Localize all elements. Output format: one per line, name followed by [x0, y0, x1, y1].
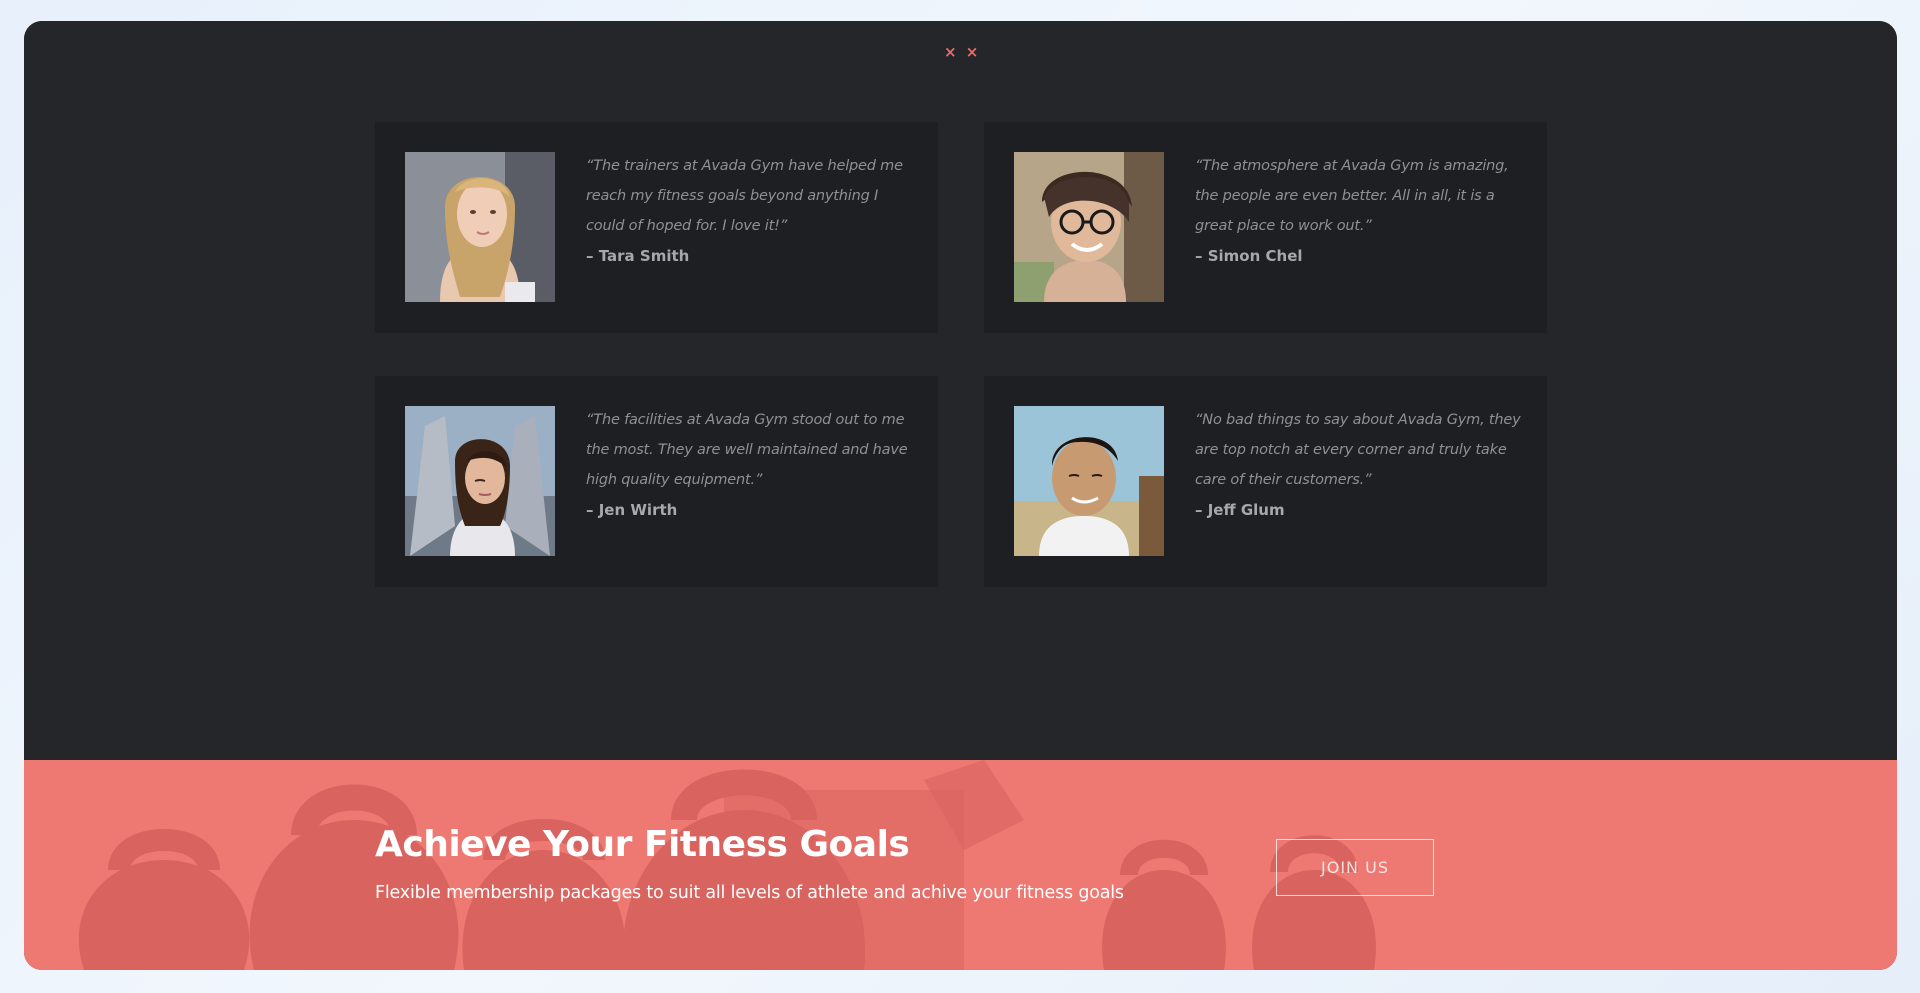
testimonial-text: “The facilities at Avada Gym stood out t…: [586, 405, 916, 525]
kettlebells-background-icon: [24, 760, 1897, 970]
testimonial-author: – Tara Smith: [586, 247, 690, 265]
testimonial-text: “The atmosphere at Avada Gym is amazing,…: [1195, 151, 1525, 271]
woman-stretching-portrait-icon: [405, 406, 555, 556]
testimonial-card: “No bad things to say about Avada Gym, t…: [984, 376, 1547, 587]
cta-subtitle: Flexible membership packages to suit all…: [375, 883, 1124, 903]
testimonial-quote: “The atmosphere at Avada Gym is amazing,…: [1195, 158, 1509, 234]
testimonial-author: – Simon Chel: [1195, 247, 1303, 265]
testimonial-author: – Jen Wirth: [586, 501, 678, 519]
testimonial-quote: “No bad things to say about Avada Gym, t…: [1195, 412, 1521, 488]
page-frame: × × “The trainers at Avada Gym have help…: [24, 21, 1897, 970]
man-glasses-portrait-icon: [1014, 152, 1164, 302]
testimonial-text: “The trainers at Avada Gym have helped m…: [586, 151, 916, 271]
testimonial-card: “The facilities at Avada Gym stood out t…: [375, 376, 938, 587]
testimonial-author: – Jeff Glum: [1195, 501, 1285, 519]
testimonial-text: “No bad things to say about Avada Gym, t…: [1195, 405, 1525, 525]
testimonial-card: “The trainers at Avada Gym have helped m…: [375, 122, 938, 333]
join-us-button[interactable]: JOIN US: [1276, 839, 1434, 896]
cta-title: Achieve Your Fitness Goals: [375, 824, 910, 865]
man-smiling-portrait-icon: [1014, 406, 1164, 556]
woman-blonde-portrait-icon: [405, 152, 555, 302]
testimonials-section: × × “The trainers at Avada Gym have help…: [24, 21, 1897, 760]
testimonial-quote: “The trainers at Avada Gym have helped m…: [586, 158, 903, 234]
testimonial-quote: “The facilities at Avada Gym stood out t…: [586, 412, 908, 488]
close-icon[interactable]: × ×: [944, 43, 980, 61]
cta-banner: Achieve Your Fitness Goals Flexible memb…: [24, 760, 1897, 970]
testimonial-card: “The atmosphere at Avada Gym is amazing,…: [984, 122, 1547, 333]
